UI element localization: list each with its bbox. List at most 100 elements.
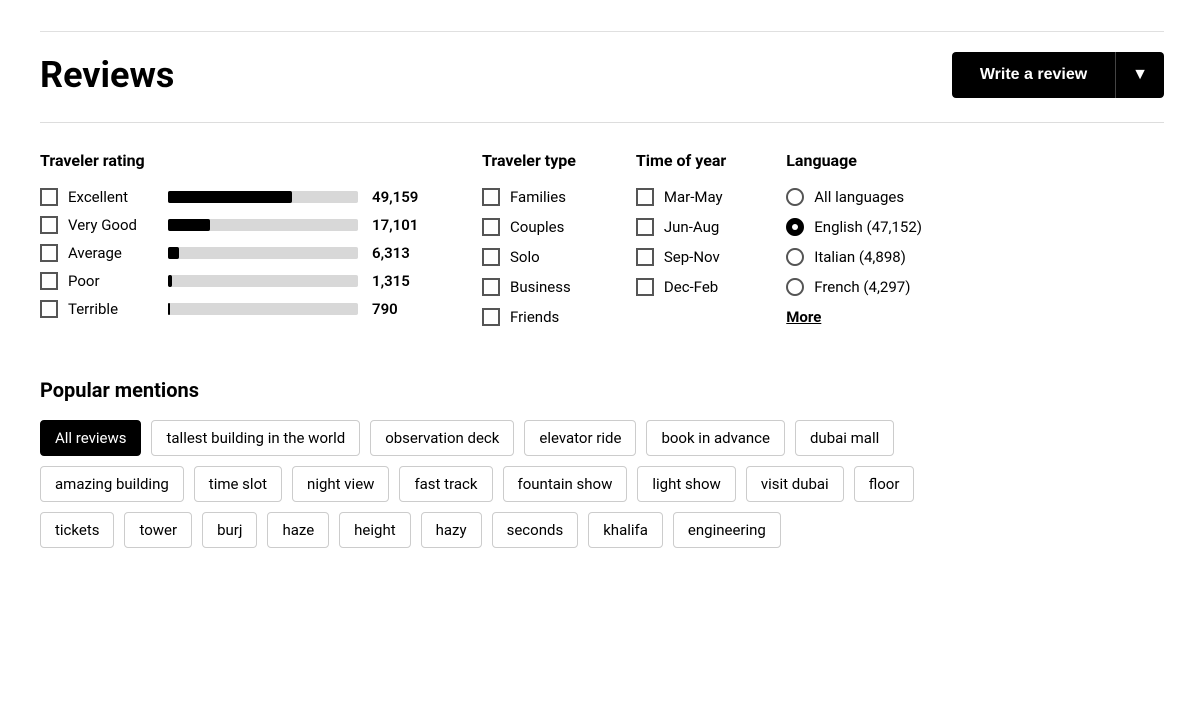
time-checkbox[interactable] <box>636 248 654 266</box>
traveler-type-row: Couples <box>482 218 576 236</box>
rating-bar-fill <box>168 219 210 231</box>
time-checkbox[interactable] <box>636 218 654 236</box>
tags-row-2: amazing building time slot night view fast … <box>40 466 1164 502</box>
write-review-button[interactable]: Write a review <box>952 52 1115 98</box>
rating-checkbox[interactable] <box>40 216 58 234</box>
rating-bar-fill <box>168 191 292 203</box>
popular-tag[interactable]: fast track <box>399 466 492 502</box>
write-review-dropdown-button[interactable]: ▼ <box>1115 52 1164 98</box>
rating-count: 6,313 <box>372 244 422 262</box>
popular-tag[interactable]: floor <box>854 466 915 502</box>
language-label: French (4,297) <box>814 278 910 296</box>
language-label: All languages <box>814 188 904 206</box>
rating-bar-container <box>168 275 358 287</box>
traveler-type-label: Business <box>510 278 571 296</box>
language-radio[interactable] <box>786 218 804 236</box>
language-option-row: All languages <box>786 188 922 206</box>
rating-checkbox[interactable] <box>40 272 58 290</box>
rating-label: Average <box>68 244 158 262</box>
popular-tag[interactable]: tickets <box>40 512 114 548</box>
traveler-type-row: Families <box>482 188 576 206</box>
popular-tag[interactable]: seconds <box>492 512 579 548</box>
time-of-year-row: Mar-May <box>636 188 726 206</box>
traveler-type-title: Traveler type <box>482 151 576 170</box>
language-container: All languages English (47,152) Italian (4,… <box>786 188 922 296</box>
traveler-type-label: Couples <box>510 218 564 236</box>
language-title: Language <box>786 151 922 170</box>
popular-tag[interactable]: time slot <box>194 466 282 502</box>
rating-row: Average 6,313 <box>40 244 422 262</box>
traveler-type-label: Solo <box>510 248 540 266</box>
time-of-year-section: Time of year Mar-May Jun-Aug Sep-Nov Dec-Fe… <box>636 151 726 338</box>
rating-row: Terrible 790 <box>40 300 422 318</box>
traveler-type-row: Business <box>482 278 576 296</box>
traveler-rating-title: Traveler rating <box>40 151 422 170</box>
popular-tag[interactable]: fountain show <box>503 466 628 502</box>
tags-row-3: tickets tower burj haze height hazy secondskha… <box>40 512 1164 548</box>
language-radio[interactable] <box>786 188 804 206</box>
rating-checkbox[interactable] <box>40 300 58 318</box>
reviews-title: Reviews <box>40 54 174 96</box>
popular-tag[interactable]: height <box>339 512 410 548</box>
popular-tag[interactable]: observation deck <box>370 420 514 456</box>
language-label: English (47,152) <box>814 218 922 236</box>
rating-label: Poor <box>68 272 158 290</box>
popular-tag[interactable]: visit dubai <box>746 466 844 502</box>
popular-tag[interactable]: tower <box>124 512 192 548</box>
popular-tag[interactable]: khalifa <box>588 512 663 548</box>
traveler-types-container: Families Couples Solo Business Friends <box>482 188 576 326</box>
popular-tag[interactable]: engineering <box>673 512 781 548</box>
popular-tag[interactable]: book in advance <box>646 420 785 456</box>
time-checkbox[interactable] <box>636 188 654 206</box>
popular-mentions-title: Popular mentions <box>40 378 1164 402</box>
traveler-type-checkbox[interactable] <box>482 278 500 296</box>
language-option-row: Italian (4,898) <box>786 248 922 266</box>
time-label: Dec-Feb <box>664 278 718 296</box>
traveler-type-checkbox[interactable] <box>482 188 500 206</box>
reviews-header: Reviews Write a review ▼ <box>40 52 1164 98</box>
rating-checkbox[interactable] <box>40 244 58 262</box>
rating-bar-fill <box>168 303 170 315</box>
traveler-type-checkbox[interactable] <box>482 218 500 236</box>
tags-row-1: All reviews tallest building in the world… <box>40 420 1164 456</box>
popular-tag[interactable]: hazy <box>421 512 482 548</box>
language-radio[interactable] <box>786 278 804 296</box>
rating-bar-container <box>168 303 358 315</box>
popular-tag[interactable]: elevator ride <box>524 420 636 456</box>
popular-tag[interactable]: All reviews <box>40 420 141 456</box>
popular-tag[interactable]: tallest building in the world <box>151 420 360 456</box>
rating-count: 17,101 <box>372 216 422 234</box>
traveler-type-label: Friends <box>510 308 559 326</box>
popular-tag[interactable]: haze <box>267 512 329 548</box>
traveler-type-checkbox[interactable] <box>482 308 500 326</box>
traveler-type-row: Solo <box>482 248 576 266</box>
language-option-row: English (47,152) <box>786 218 922 236</box>
filters-row: Traveler rating Excellent49,159Very Good… <box>40 151 1164 338</box>
header-buttons: Write a review ▼ <box>952 52 1164 98</box>
time-of-year-title: Time of year <box>636 151 726 170</box>
popular-tag[interactable]: light show <box>637 466 735 502</box>
rating-checkbox[interactable] <box>40 188 58 206</box>
rating-count: 49,159 <box>372 188 422 206</box>
popular-mentions-section: Popular mentions All reviews tallest buil… <box>40 378 1164 548</box>
rating-row: Poor1,315 <box>40 272 422 290</box>
language-option-row: French (4,297) <box>786 278 922 296</box>
time-of-year-row: Dec-Feb <box>636 278 726 296</box>
popular-tag[interactable]: burj <box>202 512 257 548</box>
popular-tag[interactable]: dubai mall <box>795 420 894 456</box>
language-radio[interactable] <box>786 248 804 266</box>
more-languages-link[interactable]: More <box>786 308 922 326</box>
time-of-year-row: Jun-Aug <box>636 218 726 236</box>
time-container: Mar-May Jun-Aug Sep-Nov Dec-Feb <box>636 188 726 296</box>
divider <box>40 122 1164 123</box>
popular-tag[interactable]: amazing building <box>40 466 184 502</box>
rating-bar-fill <box>168 275 172 287</box>
time-label: Mar-May <box>664 188 723 206</box>
rating-label: Terrible <box>68 300 158 318</box>
language-section: Language All languages English (47,152) It… <box>786 151 922 338</box>
popular-tag[interactable]: night view <box>292 466 389 502</box>
traveler-type-checkbox[interactable] <box>482 248 500 266</box>
rating-count: 790 <box>372 300 422 318</box>
time-label: Sep-Nov <box>664 248 720 266</box>
time-checkbox[interactable] <box>636 278 654 296</box>
